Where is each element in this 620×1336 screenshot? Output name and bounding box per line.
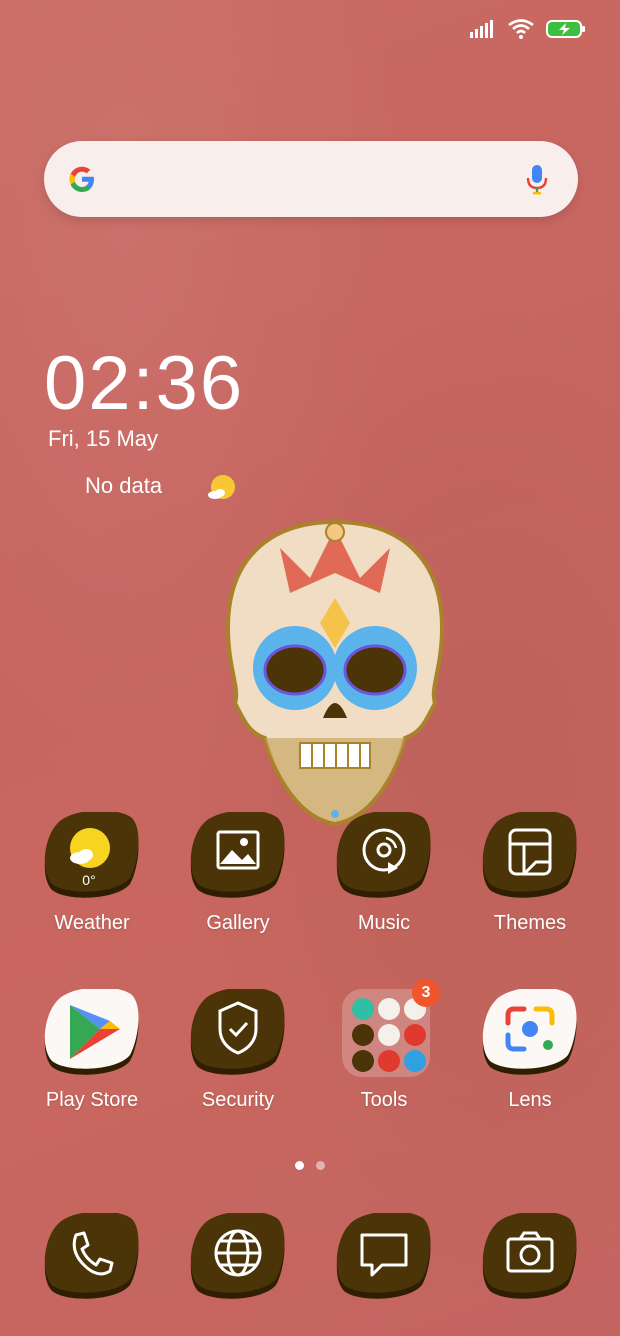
music-icon bbox=[336, 810, 431, 898]
clock-date[interactable]: Fri, 15 May bbox=[48, 426, 158, 452]
app-gallery[interactable]: Gallery bbox=[165, 810, 311, 935]
wifi-icon bbox=[508, 19, 534, 39]
google-logo-icon bbox=[69, 166, 94, 192]
signal-icon bbox=[470, 20, 493, 38]
app-label: Music bbox=[357, 912, 411, 934]
app-security[interactable]: Security bbox=[165, 987, 311, 1112]
page-dot[interactable] bbox=[295, 1161, 304, 1170]
sugar-skull-decoration bbox=[225, 519, 445, 827]
page-dot[interactable] bbox=[316, 1161, 325, 1170]
app-themes[interactable]: Themes bbox=[457, 810, 603, 935]
messages-icon bbox=[336, 1211, 431, 1299]
weather-app-temp: 0° bbox=[82, 872, 95, 888]
page-indicator[interactable] bbox=[295, 1161, 325, 1170]
app-lens[interactable]: Lens bbox=[457, 987, 603, 1112]
battery-charging-icon bbox=[546, 20, 585, 38]
phone-icon bbox=[44, 1211, 139, 1299]
security-shield-icon bbox=[190, 987, 285, 1075]
app-weather[interactable]: 0° Weather bbox=[19, 810, 165, 935]
weather-status-text[interactable]: No data bbox=[85, 473, 162, 499]
google-lens-icon bbox=[482, 987, 577, 1075]
app-label: Weather bbox=[54, 912, 130, 934]
dock-browser[interactable] bbox=[165, 1211, 311, 1303]
dock-messages[interactable] bbox=[311, 1211, 457, 1303]
partly-sunny-icon bbox=[208, 475, 235, 499]
play-store-icon bbox=[44, 987, 139, 1075]
weather-app-icon: 0° bbox=[44, 810, 139, 898]
status-bar bbox=[470, 14, 586, 44]
app-play-store[interactable]: Play Store bbox=[19, 987, 165, 1112]
themes-icon bbox=[482, 810, 577, 898]
browser-globe-icon bbox=[190, 1211, 285, 1299]
gallery-icon bbox=[190, 810, 285, 898]
app-label: Themes bbox=[493, 912, 567, 934]
camera-icon bbox=[482, 1211, 577, 1299]
app-label: Security bbox=[201, 1089, 275, 1111]
app-label: Lens bbox=[508, 1089, 552, 1111]
dock-camera[interactable] bbox=[457, 1211, 603, 1303]
app-label: Play Store bbox=[45, 1089, 139, 1111]
app-label: Gallery bbox=[206, 912, 270, 934]
dock-phone[interactable] bbox=[19, 1211, 165, 1303]
notification-badge: 3 bbox=[412, 979, 440, 1007]
microphone-icon[interactable] bbox=[526, 163, 548, 195]
clock-time[interactable]: 02:36 bbox=[44, 340, 244, 427]
google-search-bar[interactable] bbox=[44, 141, 578, 217]
app-tools-folder[interactable]: 3 Tools bbox=[311, 979, 457, 1112]
app-music[interactable]: Music bbox=[311, 810, 457, 935]
app-label: Tools bbox=[360, 1089, 408, 1111]
